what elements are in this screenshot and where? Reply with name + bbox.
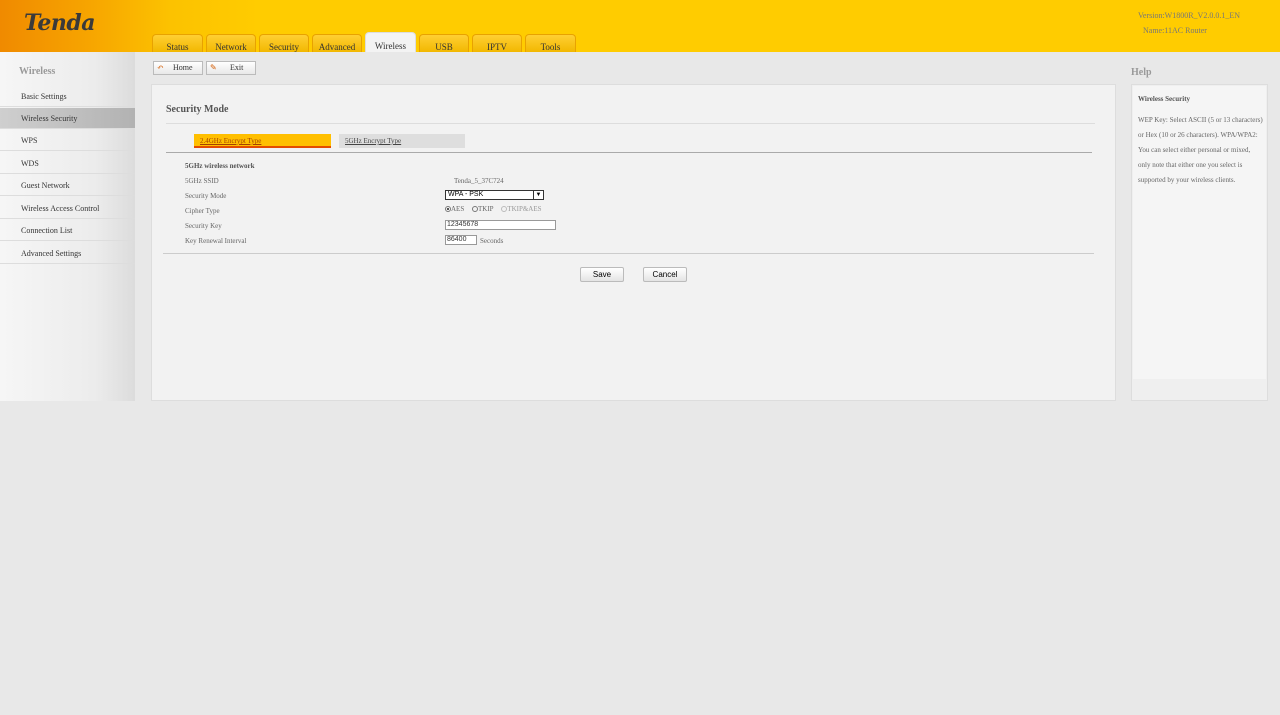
tab-security[interactable]: Security bbox=[259, 34, 309, 52]
tab-iptv[interactable]: IPTV bbox=[472, 34, 522, 52]
form-divider bbox=[163, 253, 1094, 254]
cipher-tkip-radio[interactable] bbox=[471, 206, 478, 212]
security-key-label: Security Key bbox=[185, 222, 222, 230]
cipher-tkip-label: TKIP bbox=[477, 205, 494, 213]
tab-usb[interactable]: USB bbox=[419, 34, 469, 52]
ssid-value: Tenda_5_37C724 bbox=[454, 177, 504, 185]
ssid-label: 5GHz SSID bbox=[185, 177, 219, 185]
key-renewal-input[interactable]: 86400 bbox=[445, 235, 477, 245]
help-heading: Wireless Security bbox=[1138, 95, 1191, 103]
section-heading: 5GHz wireless network bbox=[185, 162, 255, 170]
help-panel: Wireless Security WEP Key: Select ASCII … bbox=[1131, 84, 1268, 401]
tab-5ghz-encrypt[interactable]: 5GHz Encrypt Type bbox=[339, 134, 465, 148]
sidebar-item-wireless-security[interactable]: Wireless Security bbox=[0, 108, 135, 129]
help-text: WEP Key: Select ASCII (5 or 13 character… bbox=[1138, 116, 1263, 184]
security-mode-value: WPA - PSK bbox=[448, 191, 484, 198]
sidebar: Wireless Basic Settings Wireless Securit… bbox=[0, 52, 135, 401]
tab-network[interactable]: Network bbox=[206, 34, 256, 52]
title-divider bbox=[166, 123, 1095, 124]
subtab-divider bbox=[166, 152, 1092, 153]
cipher-aes-label: AES bbox=[451, 205, 465, 213]
tab-wireless[interactable]: Wireless bbox=[365, 32, 416, 52]
sidebar-item-advanced-settings[interactable]: Advanced Settings bbox=[0, 243, 135, 264]
sidebar-item-guest-network[interactable]: Guest Network bbox=[0, 175, 135, 196]
header-bar: Tenda Status Network Security Advanced W… bbox=[0, 0, 1280, 52]
key-renewal-label: Key Renewal Interval bbox=[185, 237, 247, 245]
home-button[interactable]: ↶ Home bbox=[153, 61, 203, 75]
exit-button[interactable]: ✎ Exit bbox=[206, 61, 256, 75]
cancel-button[interactable]: Cancel bbox=[643, 267, 687, 282]
key-renewal-unit: Seconds bbox=[480, 237, 504, 245]
tenda-logo: Tenda bbox=[24, 10, 95, 36]
save-button[interactable]: Save bbox=[580, 267, 624, 282]
help-title: Help bbox=[1131, 67, 1152, 78]
main-panel: Security Mode 2.4GHz Encrypt Type 5GHz E… bbox=[151, 84, 1116, 401]
sidebar-item-basic-settings[interactable]: Basic Settings bbox=[0, 86, 135, 107]
home-arrow-icon: ↶ bbox=[157, 63, 164, 72]
device-name: Name:11AC Router bbox=[1143, 26, 1207, 35]
help-content: Wireless Security WEP Key: Select ASCII … bbox=[1133, 86, 1266, 379]
page-title: Security Mode bbox=[166, 104, 229, 115]
cipher-type-group: AES TKIP TKIP&AES bbox=[445, 205, 548, 213]
sidebar-item-wireless-access-control[interactable]: Wireless Access Control bbox=[0, 198, 135, 219]
chevron-down-icon: ▼ bbox=[533, 191, 543, 199]
tab-2-4ghz-encrypt[interactable]: 2.4GHz Encrypt Type bbox=[194, 134, 331, 148]
sidebar-title: Wireless bbox=[19, 66, 56, 77]
firmware-version: Version:W1800R_V2.0.0.1_EN bbox=[1138, 11, 1240, 20]
cipher-aes-radio[interactable] bbox=[445, 206, 451, 212]
tab-advanced[interactable]: Advanced bbox=[312, 34, 362, 52]
tab-tools[interactable]: Tools bbox=[525, 34, 576, 52]
security-key-input[interactable]: 12345678 bbox=[445, 220, 556, 230]
cipher-tkip-aes-label: TKIP&AES bbox=[507, 205, 542, 213]
exit-button-label: Exit bbox=[230, 63, 244, 72]
home-button-label: Home bbox=[173, 63, 193, 72]
sidebar-item-connection-list[interactable]: Connection List bbox=[0, 220, 135, 241]
cipher-type-label: Cipher Type bbox=[185, 207, 220, 215]
exit-icon: ✎ bbox=[210, 63, 217, 72]
sidebar-item-wds[interactable]: WDS bbox=[0, 153, 135, 174]
security-mode-label: Security Mode bbox=[185, 192, 227, 200]
sidebar-item-wps[interactable]: WPS bbox=[0, 130, 135, 151]
security-mode-select[interactable]: WPA - PSK ▼ bbox=[445, 190, 544, 200]
tab-status[interactable]: Status bbox=[152, 34, 203, 52]
